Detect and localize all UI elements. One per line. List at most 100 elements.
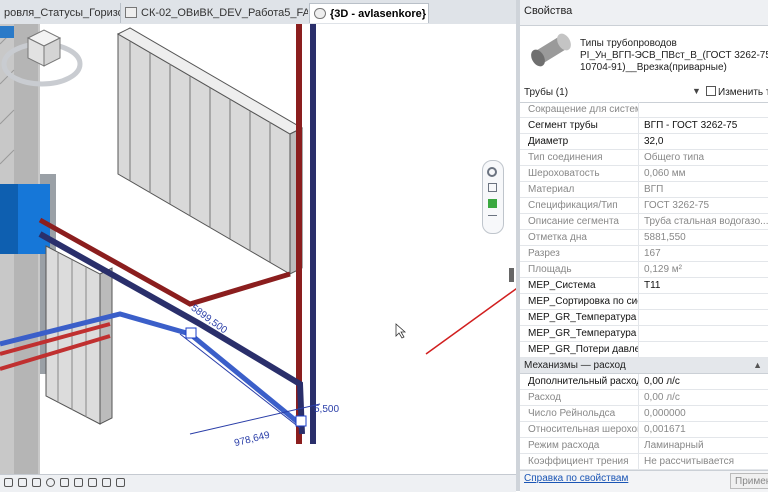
property-row[interactable]: Площадь 0,129 м²: [520, 262, 768, 278]
property-row[interactable]: Дополнительный расход 0,00 л/с: [520, 374, 768, 390]
property-value[interactable]: [640, 294, 768, 309]
property-name: Расход: [520, 390, 639, 405]
view-tab-bar: ровля_Статусы_Горизонт СК-02_ОВиВК_DEV_Р…: [0, 0, 516, 25]
tab-3d-view[interactable]: {3D - avlasenkore}✕: [309, 3, 429, 23]
properties-palette: Свойства Типы трубопроводов PI_Ун_ВГП-ЭС…: [520, 0, 768, 492]
apply-button[interactable]: Примен: [730, 473, 768, 489]
property-value[interactable]: ВГП - ГОСТ 3262-75: [640, 118, 768, 133]
detail-level-icon[interactable]: [18, 478, 27, 487]
scrollbar-thumb[interactable]: [509, 268, 514, 282]
mouse-cursor: [395, 323, 407, 339]
steering-wheel-icon[interactable]: [487, 167, 497, 177]
scale-icon[interactable]: [4, 478, 13, 487]
property-row[interactable]: Диаметр 32,0: [520, 134, 768, 150]
zoom-region-icon[interactable]: [488, 199, 497, 208]
property-row[interactable]: Разрез 167: [520, 246, 768, 262]
property-name: Режим расхода: [520, 438, 639, 453]
property-group-header[interactable]: Механизмы — расход ▲: [520, 358, 768, 374]
instance-filter-dropdown[interactable]: Трубы (1): [524, 86, 700, 100]
property-value[interactable]: [640, 326, 768, 341]
group-label: Механизмы — расход: [524, 360, 626, 371]
property-row[interactable]: Режим расхода Ламинарный: [520, 438, 768, 454]
property-row[interactable]: Коэффициент трения Не рассчитывается: [520, 454, 768, 470]
property-row[interactable]: Шероховатость 0,060 мм: [520, 166, 768, 182]
property-row[interactable]: MEP_GR_Температура в ...: [520, 326, 768, 342]
property-row[interactable]: MEP_GR_Потери давлени...: [520, 342, 768, 358]
rendering-icon[interactable]: [74, 478, 83, 487]
property-row[interactable]: Число Рейнольдса 0,000000: [520, 406, 768, 422]
property-row[interactable]: Тип соединения Общего типа: [520, 150, 768, 166]
dimension-label: 5,500: [314, 404, 340, 415]
property-name: Относительная шерохов...: [520, 422, 639, 437]
property-value: 0,000000: [644, 408, 686, 419]
sun-path-icon[interactable]: [46, 478, 55, 487]
property-row[interactable]: Сегмент трубы ВГП - ГОСТ 3262-75: [520, 118, 768, 134]
property-row[interactable]: MEP_Система T11: [520, 278, 768, 294]
property-value[interactable]: [640, 342, 768, 357]
pipe-type-icon: [531, 33, 571, 67]
type-family: Типы трубопроводов: [580, 38, 677, 49]
property-name: MEP_Сортировка по сист...: [520, 294, 639, 309]
property-value: 0,00 л/с: [644, 392, 680, 403]
property-name: Отметка дна: [520, 230, 639, 245]
property-value[interactable]: [640, 310, 768, 325]
riser-blue: [310, 24, 316, 444]
property-value: 5881,550: [644, 232, 686, 243]
property-name: MEP_GR_Температура в к...: [520, 310, 639, 325]
property-name: Площадь: [520, 262, 639, 277]
property-row[interactable]: MEP_Сортировка по сист...: [520, 294, 768, 310]
edit-type-label: Изменить т: [718, 87, 768, 98]
property-value[interactable]: 0,00 л/с: [640, 374, 768, 389]
property-value: 167: [644, 248, 661, 259]
property-name: Число Рейнольдса: [520, 406, 639, 421]
property-value: [640, 102, 768, 117]
visual-style-icon[interactable]: [32, 478, 41, 487]
zoom-icon[interactable]: [488, 183, 497, 192]
crop-view-icon[interactable]: [88, 478, 97, 487]
navigation-bar[interactable]: [482, 160, 504, 234]
property-value: Общего типа: [644, 152, 705, 163]
collapse-icon[interactable]: ▲: [753, 358, 762, 373]
property-name: MEP_GR_Потери давлени...: [520, 342, 639, 357]
tab-ck02-model[interactable]: СК-02_ОВиВК_DEV_Работа5_FAM_...✕: [120, 3, 308, 23]
properties-grid: Сокращение для системы Сегмент трубы ВГП -…: [520, 102, 768, 470]
chevron-down-icon[interactable]: ▼: [692, 86, 701, 96]
property-row[interactable]: Относительная шерохов... 0,001671: [520, 422, 768, 438]
property-row[interactable]: MEP_GR_Температура в к...: [520, 310, 768, 326]
property-name: Разрез: [520, 246, 639, 261]
view-icon: [125, 7, 137, 18]
property-name: Шероховатость: [520, 166, 639, 181]
property-row[interactable]: Материал ВГП: [520, 182, 768, 198]
edit-type-icon: [706, 86, 716, 96]
property-row[interactable]: Сокращение для системы: [520, 102, 768, 118]
show-crop-icon[interactable]: [102, 478, 111, 487]
property-row[interactable]: Описание сегмента Труба стальная водогазо…: [520, 214, 768, 230]
property-row[interactable]: Расход 0,00 л/с: [520, 390, 768, 406]
property-value: Труба стальная водогазо...: [644, 216, 768, 227]
properties-title: Свойства: [520, 0, 768, 26]
shadows-icon[interactable]: [60, 478, 69, 487]
property-row[interactable]: Отметка дна 5881,550: [520, 230, 768, 246]
type-selector[interactable]: Типы трубопроводов PI_Ун_ВГП-ЭСВ_ПВст_В_…: [520, 26, 768, 85]
property-value[interactable]: 32,0: [640, 134, 768, 149]
3d-viewport[interactable]: 5899,500 978,649 5,500: [0, 24, 516, 491]
properties-help-link[interactable]: Справка по свойствам: [524, 473, 628, 484]
property-value[interactable]: T11: [640, 278, 768, 293]
navbar-options-icon[interactable]: [488, 215, 497, 220]
tab-horizont-view[interactable]: ровля_Статусы_Горизонт: [0, 3, 120, 23]
radiator-upper: [117, 33, 291, 275]
property-name: Описание сегмента: [520, 214, 639, 229]
property-value: 0,060 мм: [644, 168, 686, 179]
model-drawing: [0, 24, 516, 474]
property-value: Ламинарный: [644, 440, 704, 451]
property-name: MEP_GR_Температура в ...: [520, 326, 639, 341]
3d-view-icon: [314, 8, 326, 19]
property-value: ГОСТ 3262-75: [644, 200, 710, 211]
property-name: Дополнительный расход: [520, 374, 639, 389]
property-value: 0,001671: [644, 424, 686, 435]
property-row[interactable]: Спецификация/Тип ГОСТ 3262-75: [520, 198, 768, 214]
tab-left-marker: [0, 26, 14, 38]
property-name: MEP_Система: [520, 278, 639, 293]
temporary-hide-icon[interactable]: [116, 478, 125, 487]
edit-type-button[interactable]: Изменить т: [706, 85, 768, 101]
